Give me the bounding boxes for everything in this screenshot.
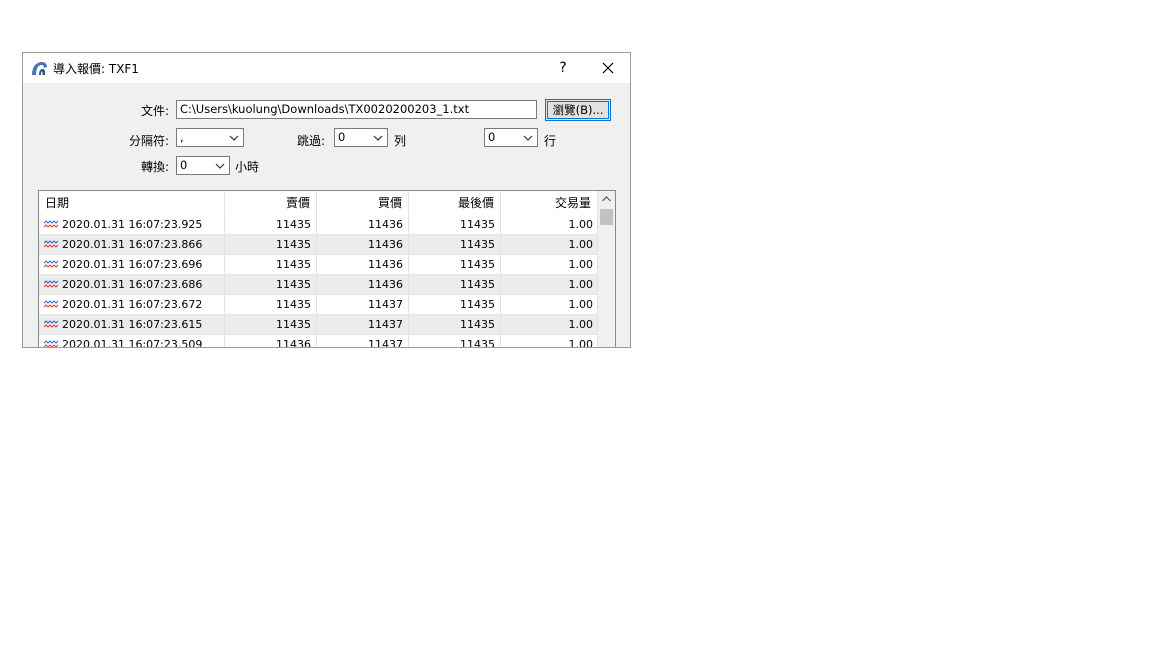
date-value: 2020.01.31 16:07:23.615 bbox=[62, 318, 203, 331]
cell-volume: 1.00 bbox=[501, 315, 598, 335]
convert-value: 0 bbox=[180, 158, 188, 172]
vertical-scrollbar[interactable] bbox=[598, 191, 615, 347]
convert-label: 轉換: bbox=[140, 160, 169, 174]
chevron-down-icon bbox=[229, 135, 239, 141]
table-row[interactable]: 2020.01.31 16:07:23.509 11436 11437 11435 1.… bbox=[39, 335, 598, 348]
table-row[interactable]: 2020.01.31 16:07:23.866 11435 11436 11435 1.… bbox=[39, 235, 598, 255]
cell-ask: 11436 bbox=[317, 275, 409, 295]
cell-ask: 11437 bbox=[317, 335, 409, 347]
cell-date: 2020.01.31 16:07:23.615 bbox=[39, 315, 225, 335]
separator-value: , bbox=[180, 130, 184, 144]
date-value: 2020.01.31 16:07:23.696 bbox=[62, 258, 203, 271]
cell-last: 11435 bbox=[409, 235, 501, 255]
column-header-date[interactable]: 日期 bbox=[39, 191, 225, 215]
date-value: 2020.01.31 16:07:23.866 bbox=[62, 238, 203, 251]
skip-rows-select[interactable]: 0 bbox=[484, 128, 538, 147]
cell-ask: 11436 bbox=[317, 235, 409, 255]
quotes-table[interactable]: 日期 賣價 買價 最後價 交易量 2020.01.31 16:07:23.925… bbox=[38, 190, 616, 348]
cell-date: 2020.01.31 16:07:23.696 bbox=[39, 255, 225, 275]
separator-label: 分隔符: bbox=[128, 134, 169, 148]
tick-chart-icon bbox=[44, 280, 59, 288]
scroll-up-icon[interactable] bbox=[598, 191, 615, 208]
table-row[interactable]: 2020.01.31 16:07:23.672 11435 11437 11435 1.… bbox=[39, 295, 598, 315]
cell-last: 11435 bbox=[409, 215, 501, 235]
window-title: 導入報價: TXF1 bbox=[53, 62, 139, 76]
cell-ask: 11436 bbox=[317, 215, 409, 235]
cell-volume: 1.00 bbox=[501, 255, 598, 275]
chevron-down-icon bbox=[373, 135, 383, 141]
cell-last: 11435 bbox=[409, 255, 501, 275]
column-header-volume[interactable]: 交易量 bbox=[501, 191, 598, 215]
column-header-ask[interactable]: 買價 bbox=[317, 191, 409, 215]
cell-date: 2020.01.31 16:07:23.672 bbox=[39, 295, 225, 315]
cell-date: 2020.01.31 16:07:23.509 bbox=[39, 335, 225, 348]
date-value: 2020.01.31 16:07:23.509 bbox=[62, 338, 203, 348]
cell-bid: 11435 bbox=[225, 315, 317, 335]
cell-ask: 11437 bbox=[317, 315, 409, 335]
cell-last: 11435 bbox=[409, 335, 501, 347]
skip-rows-value: 0 bbox=[488, 130, 496, 144]
cell-last: 11435 bbox=[409, 275, 501, 295]
date-value: 2020.01.31 16:07:23.686 bbox=[62, 278, 203, 291]
table-body: 2020.01.31 16:07:23.925 11435 11436 11435 1.… bbox=[39, 215, 598, 348]
file-path-input[interactable]: C:\Users\kuolung\Downloads\TX0020200203_… bbox=[176, 100, 537, 119]
browse-button[interactable]: 瀏覽(B)... bbox=[545, 99, 611, 121]
table-row[interactable]: 2020.01.31 16:07:23.686 11435 11436 11435 1.… bbox=[39, 275, 598, 295]
cell-volume: 1.00 bbox=[501, 335, 598, 347]
date-value: 2020.01.31 16:07:23.672 bbox=[62, 298, 203, 311]
hours-unit-label: 小時 bbox=[235, 160, 260, 174]
date-value: 2020.01.31 16:07:23.925 bbox=[62, 218, 203, 231]
cell-last: 11435 bbox=[409, 295, 501, 315]
convert-hours-select[interactable]: 0 bbox=[176, 156, 230, 175]
cell-bid: 11435 bbox=[225, 215, 317, 235]
tick-chart-icon bbox=[44, 240, 59, 248]
cell-bid: 11435 bbox=[225, 255, 317, 275]
cell-ask: 11437 bbox=[317, 295, 409, 315]
tick-chart-icon bbox=[44, 220, 59, 228]
cell-last: 11435 bbox=[409, 315, 501, 335]
cell-date: 2020.01.31 16:07:23.866 bbox=[39, 235, 225, 255]
chevron-down-icon bbox=[215, 163, 225, 169]
help-button[interactable]: ? bbox=[540, 53, 586, 83]
skip-label: 跳過: bbox=[297, 134, 326, 148]
skip-columns-select[interactable]: 0 bbox=[334, 128, 388, 147]
tick-chart-icon bbox=[44, 300, 59, 308]
cell-ask: 11436 bbox=[317, 255, 409, 275]
separator-select[interactable]: , bbox=[176, 128, 244, 147]
table-header: 日期 賣價 買價 最後價 交易量 bbox=[39, 191, 598, 215]
import-quotes-dialog: 導入報價: TXF1 ? 文件: C:\Users\kuolung\Downlo… bbox=[22, 52, 631, 348]
tick-chart-icon bbox=[44, 260, 59, 268]
table-row[interactable]: 2020.01.31 16:07:23.925 11435 11436 11435 1.… bbox=[39, 215, 598, 235]
cell-volume: 1.00 bbox=[501, 275, 598, 295]
cell-bid: 11435 bbox=[225, 235, 317, 255]
app-logo-icon bbox=[32, 62, 47, 75]
title-bar[interactable]: 導入報價: TXF1 ? bbox=[23, 53, 630, 83]
cell-date: 2020.01.31 16:07:23.686 bbox=[39, 275, 225, 295]
scrollbar-thumb[interactable] bbox=[600, 209, 613, 225]
chevron-down-icon bbox=[523, 135, 533, 141]
cell-volume: 1.00 bbox=[501, 215, 598, 235]
table-row[interactable]: 2020.01.31 16:07:23.696 11435 11436 11435 1.… bbox=[39, 255, 598, 275]
close-button[interactable] bbox=[585, 53, 630, 83]
skip-columns-value: 0 bbox=[338, 130, 346, 144]
cell-bid: 11435 bbox=[225, 295, 317, 315]
column-header-last[interactable]: 最後價 bbox=[409, 191, 501, 215]
tick-chart-icon bbox=[44, 320, 59, 328]
cell-bid: 11436 bbox=[225, 335, 317, 347]
tick-chart-icon bbox=[44, 340, 59, 347]
cell-volume: 1.00 bbox=[501, 235, 598, 255]
rows-unit-label: 行 bbox=[544, 134, 557, 148]
cell-volume: 1.00 bbox=[501, 295, 598, 315]
close-icon bbox=[602, 62, 614, 74]
table-row[interactable]: 2020.01.31 16:07:23.615 11435 11437 11435 1.… bbox=[39, 315, 598, 335]
columns-unit-label: 列 bbox=[394, 134, 407, 148]
cell-date: 2020.01.31 16:07:23.925 bbox=[39, 215, 225, 235]
column-header-bid[interactable]: 賣價 bbox=[225, 191, 317, 215]
file-label: 文件: bbox=[140, 104, 169, 118]
cell-bid: 11435 bbox=[225, 275, 317, 295]
